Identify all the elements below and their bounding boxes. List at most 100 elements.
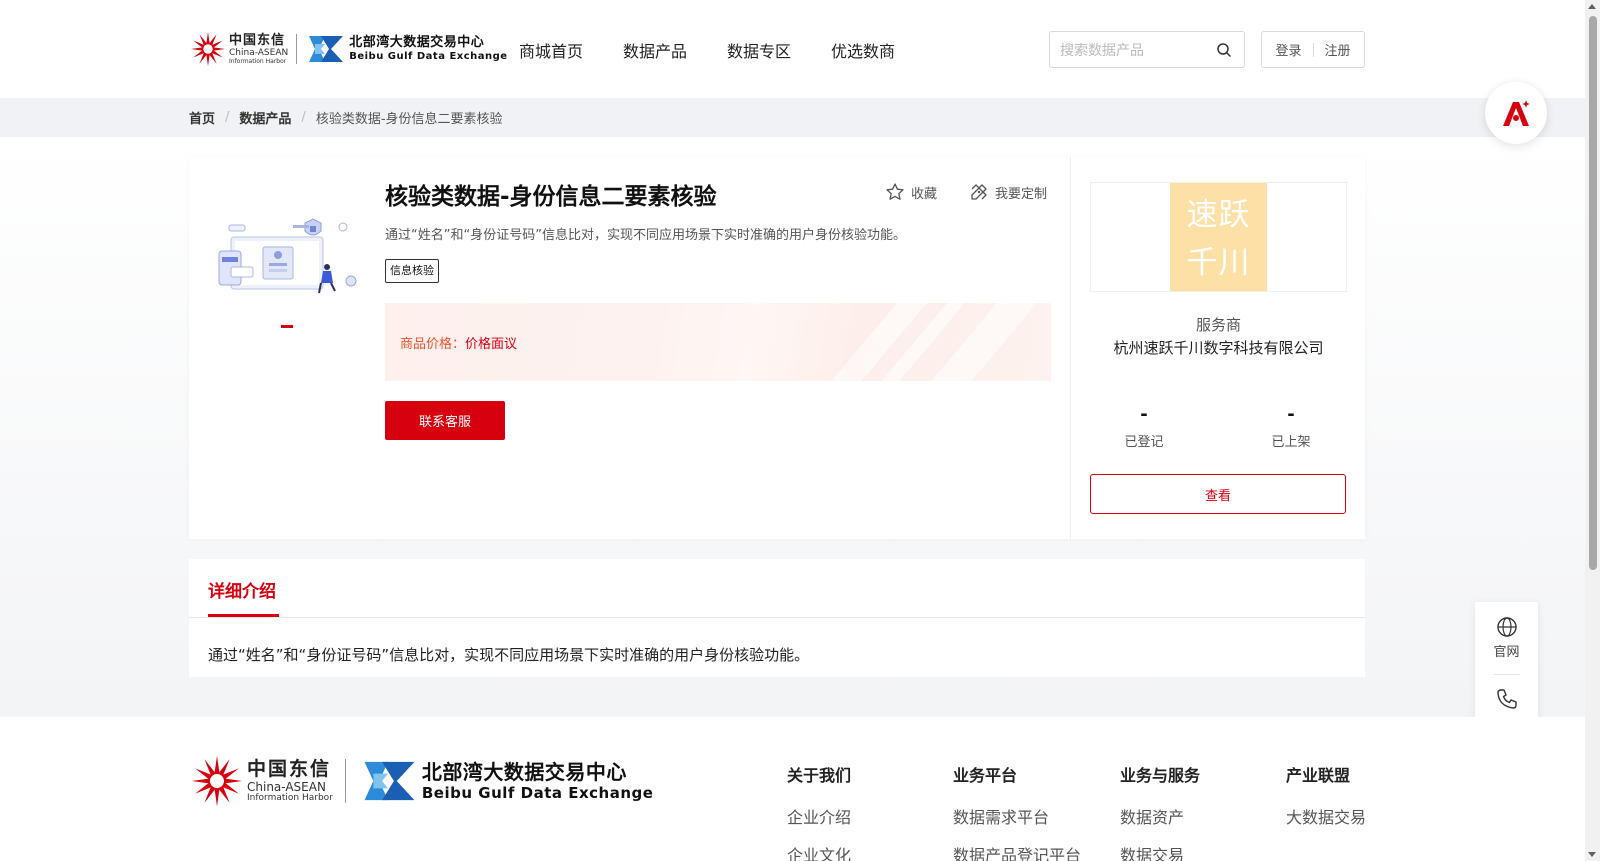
contact-service-button[interactable]: 联系客服 xyxy=(385,401,505,440)
stat-listed: - 已上架 xyxy=(1241,404,1341,451)
customize-icon xyxy=(971,184,987,200)
footer-logo-bx-en: Beibu Gulf Data Exchange xyxy=(421,783,654,802)
favorite-button[interactable]: 收藏 xyxy=(885,182,937,202)
footer-col-heading: 业务平台 xyxy=(953,766,1018,785)
footer-link[interactable]: 数据交易 xyxy=(1120,842,1200,861)
footer-link[interactable]: 企业介绍 xyxy=(787,804,851,828)
phone-icon xyxy=(1496,689,1517,709)
login-link[interactable]: 登录 xyxy=(1275,40,1301,59)
side-item-website-label: 官网 xyxy=(1493,645,1520,660)
product-card: 核验类数据-身份信息二要素核验 收藏 我要定制 通过“姓名”和“身份证号码”信息… xyxy=(189,157,1365,539)
logo-bx-en: Beibu Gulf Data Exchange xyxy=(349,51,508,62)
ai-assistant-icon xyxy=(1503,100,1530,126)
footer-link[interactable]: 数据需求平台 xyxy=(953,804,1081,828)
view-provider-button[interactable]: 查看 xyxy=(1090,474,1346,514)
breadcrumb-current: 核验类数据-身份信息二要素核验 xyxy=(315,112,503,127)
footer-col-heading: 关于我们 xyxy=(787,766,852,785)
customize-button[interactable]: 我要定制 xyxy=(969,182,1047,202)
site-logo[interactable]: 中国东信 China-ASEAN Information Harbor 北部湾大… xyxy=(189,28,508,70)
site-footer: 中国东信 China-ASEAN Information Harbor 北部湾大… xyxy=(0,717,1585,861)
provider-name: 杭州速跃千川数字科技有限公司 xyxy=(1113,339,1324,357)
logo-cn-name: 中国东信 xyxy=(229,32,286,48)
stat-listed-value: - xyxy=(1287,404,1295,425)
customize-label: 我要定制 xyxy=(995,186,1048,202)
provider-logo: 速跃 千川 xyxy=(1170,183,1267,291)
nav-item-preferred-merchants[interactable]: 优选数商 xyxy=(831,38,895,62)
footer-logo-bx-text: 北部湾大数据交易中心 Beibu Gulf Data Exchange xyxy=(422,762,654,801)
footer-logo-bx-cn: 北部湾大数据交易中心 xyxy=(421,759,627,784)
ai-assistant-button[interactable] xyxy=(1485,82,1547,144)
logo-bx-text: 北部湾大数据交易中心 Beibu Gulf Data Exchange xyxy=(349,36,507,62)
price-value: 价格面议 xyxy=(465,337,518,352)
detail-card: 详细介绍 通过“姓名”和“身份证号码”信息比对，实现不同应用场景下实时准确的用户… xyxy=(189,559,1365,677)
logo-cn-en: China-ASEAN xyxy=(229,47,289,58)
footer-col-about: 关于我们 企业介绍 企业文化 xyxy=(787,762,851,861)
provider-logo-line1: 速跃 xyxy=(1186,197,1251,233)
footer-col-heading: 产业联盟 xyxy=(1286,766,1351,785)
stat-registered-value: - xyxy=(1140,404,1148,425)
breadcrumb: 首页 / 数据产品 / 核验类数据-身份信息二要素核验 xyxy=(189,108,503,127)
footer-logo-divider xyxy=(344,759,346,803)
nav-item-home[interactable]: 商城首页 xyxy=(519,38,583,62)
nav-item-data-zone[interactable]: 数据专区 xyxy=(727,38,791,62)
footer-logo-cn-sub: Information Harbor xyxy=(247,792,333,803)
logo-cn-sub: Information Harbor xyxy=(229,57,287,65)
site-header: 中国东信 China-ASEAN Information Harbor 北部湾大… xyxy=(0,0,1585,98)
footer-logo-cn-text: 中国东信 China-ASEAN Information Harbor xyxy=(247,757,333,803)
provider-logo-line2: 千川 xyxy=(1186,245,1251,281)
breadcrumb-home[interactable]: 首页 xyxy=(189,108,215,127)
page-scrollbar[interactable] xyxy=(1585,0,1600,861)
product-illustration xyxy=(218,218,357,294)
scroll-down-arrow-icon[interactable] xyxy=(1588,852,1596,857)
footer-link[interactable]: 企业文化 xyxy=(787,842,851,861)
main-nav: 商城首页 数据产品 数据专区 优选数商 xyxy=(519,38,935,62)
tab-detail-intro[interactable]: 详细介绍 xyxy=(208,577,276,602)
provider-label: 服务商 xyxy=(1195,316,1241,334)
price-box: 商品价格：价格面议 xyxy=(385,303,1051,381)
nav-item-data-products[interactable]: 数据产品 xyxy=(623,38,687,62)
china-asean-logo-icon xyxy=(191,755,243,807)
product-description: 通过“姓名”和“身份证号码”信息比对，实现不同应用场景下实时准确的用户身份核验功… xyxy=(385,228,906,243)
card-divider xyxy=(1070,157,1071,539)
logo-bx-cn: 北部湾大数据交易中心 xyxy=(349,35,485,50)
footer-logo-cn-en: China-ASEAN xyxy=(247,779,326,794)
carousel-indicator[interactable] xyxy=(281,325,293,328)
footer-link[interactable]: 大数据交易 xyxy=(1286,804,1366,828)
logo-cn-text: 中国东信 China-ASEAN Information Harbor xyxy=(229,34,288,65)
footer-link[interactable]: 数据产品登记平台 xyxy=(953,842,1081,861)
side-item-website[interactable]: 官网 xyxy=(1475,616,1538,660)
search-icon[interactable] xyxy=(1216,42,1232,58)
breadcrumb-separator: / xyxy=(225,110,230,125)
auth-separator xyxy=(1312,42,1314,57)
logo-divider xyxy=(296,34,298,64)
globe-icon xyxy=(1496,617,1517,637)
price-label: 商品价格：价格面议 xyxy=(400,333,517,352)
scroll-thumb[interactable] xyxy=(1589,16,1597,570)
footer-col-platform: 业务平台 数据需求平台 数据产品登记平台 xyxy=(953,762,1081,861)
product-title: 核验类数据-身份信息二要素核验 xyxy=(385,184,717,210)
footer-col-alliance: 产业联盟 大数据交易 xyxy=(1286,762,1366,828)
stat-listed-label: 已上架 xyxy=(1271,435,1311,450)
stat-registered-label: 已登记 xyxy=(1124,435,1164,450)
search-input[interactable] xyxy=(1060,40,1210,60)
footer-logo: 中国东信 China-ASEAN Information Harbor 北部湾大… xyxy=(189,753,653,809)
footer-col-heading: 业务与服务 xyxy=(1120,766,1201,785)
footer-link[interactable]: 数据资产 xyxy=(1120,804,1200,828)
detail-text: 通过“姓名”和“身份证号码”信息比对，实现不同应用场景下实时准确的用户身份核验功… xyxy=(208,646,810,664)
product-tag: 信息核验 xyxy=(385,259,439,283)
star-icon xyxy=(886,183,904,200)
beibu-gulf-logo-icon xyxy=(309,36,344,62)
breadcrumb-data-products[interactable]: 数据产品 xyxy=(239,108,291,127)
favorite-label: 收藏 xyxy=(911,186,938,202)
scroll-up-arrow-icon[interactable] xyxy=(1588,4,1596,9)
breadcrumb-separator: / xyxy=(301,110,306,125)
side-float-separator xyxy=(1493,674,1520,675)
provider-logo-frame[interactable]: 速跃 千川 xyxy=(1090,182,1347,292)
beibu-gulf-logo-icon xyxy=(364,761,415,801)
auth-box: 登录 注册 xyxy=(1261,31,1365,68)
footer-col-services: 业务与服务 数据资产 数据交易 xyxy=(1120,762,1200,861)
tab-divider xyxy=(189,617,1365,618)
search-box xyxy=(1049,31,1245,68)
register-link[interactable]: 注册 xyxy=(1325,40,1351,59)
footer-logo-cn-name: 中国东信 xyxy=(247,757,332,780)
